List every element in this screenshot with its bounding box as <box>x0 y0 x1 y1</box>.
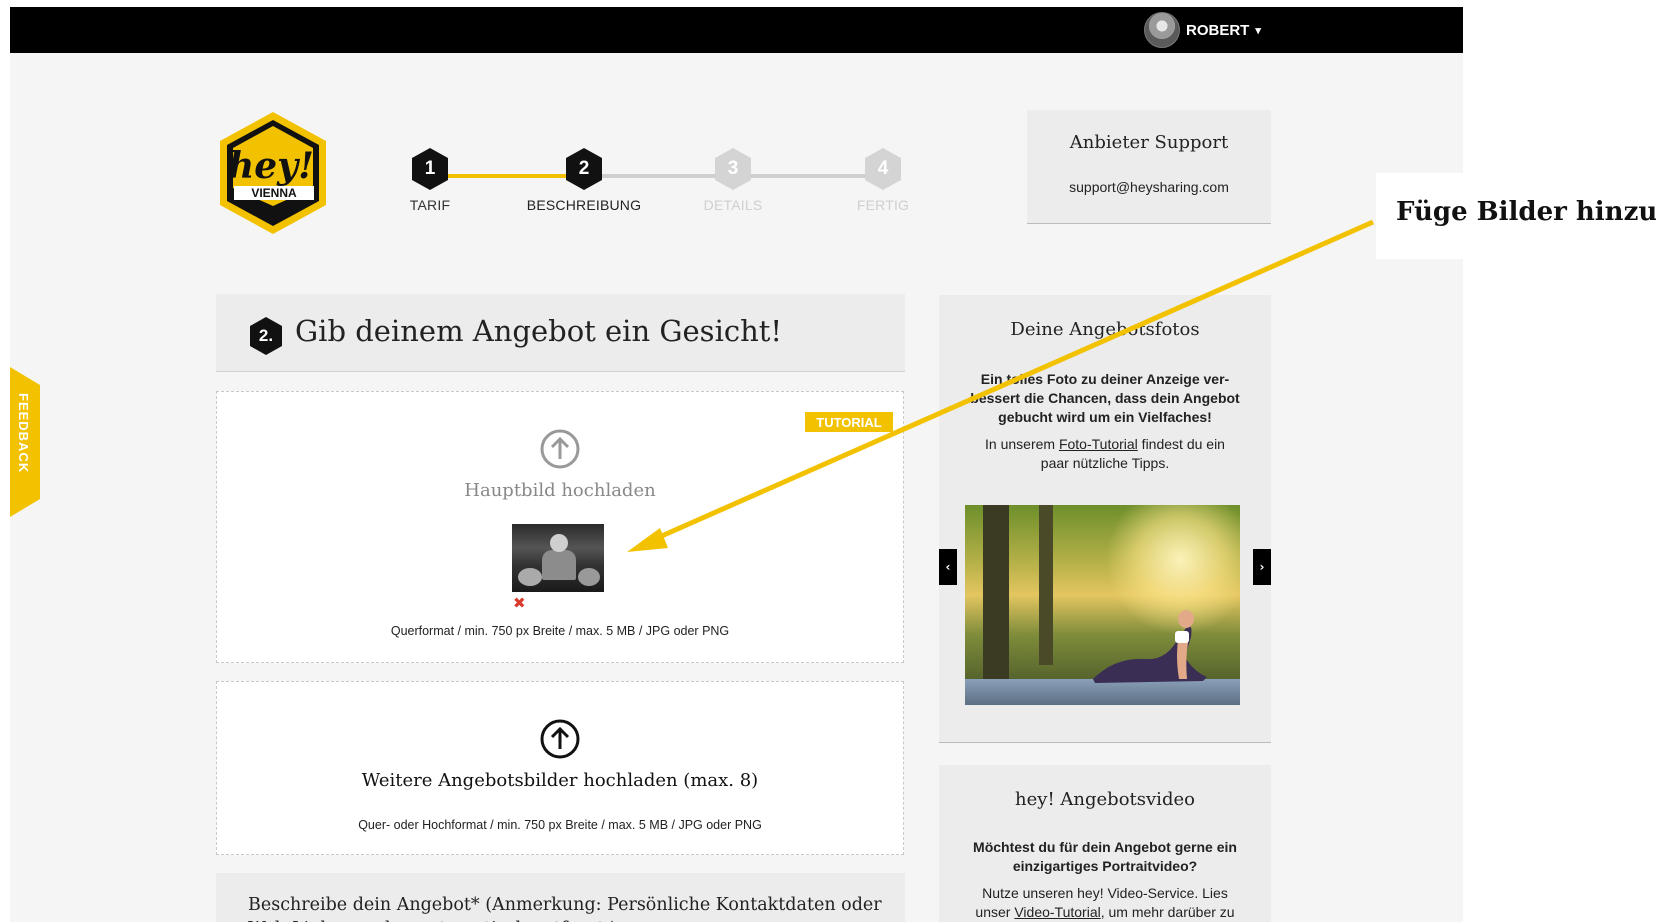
more-images-upload-label[interactable]: Weitere Angebotsbilder hochladen (max. 8… <box>217 770 903 791</box>
step-tarif[interactable]: 1 TARIF <box>370 147 490 213</box>
step-label: DETAILS <box>703 197 763 213</box>
step-number: 4 <box>877 158 889 179</box>
photos-info-panel: Deine Angebotsfotos Ein tolles Foto zu d… <box>939 295 1271 743</box>
main-image-dropzone[interactable]: TUTORIAL Hauptbild hochladen ✖ Querforma… <box>216 391 904 663</box>
step-number: 3 <box>727 158 739 179</box>
uploaded-image-thumbnail <box>512 524 604 592</box>
video-panel-bold-text: Möchtest du für dein Angebot gerne ein e… <box>973 839 1237 874</box>
photos-panel-title: Deine Angebotsfotos <box>1010 319 1200 340</box>
section-number-badge: 2. <box>248 316 284 356</box>
upload-arrow-icon[interactable] <box>539 428 581 470</box>
caret-down-icon: ▾ <box>1255 24 1261 37</box>
step-details: 3 DETAILS <box>673 147 793 213</box>
user-menu[interactable]: ROBERT ▾ <box>1144 12 1261 48</box>
step-beschreibung[interactable]: 2 BESCHREIBUNG <box>524 147 644 213</box>
user-avatar <box>1144 12 1180 48</box>
video-tutorial-link[interactable]: Video-Tutorial <box>1014 904 1100 920</box>
photos-panel-text: In unserem Foto-Tutorial findest du ein … <box>985 436 1225 471</box>
step-label: BESCHREIBUNG <box>526 197 642 213</box>
feedback-tab[interactable]: FEEDBACK <box>10 367 40 517</box>
user-name: ROBERT <box>1186 21 1250 39</box>
main-image-hint: Querformat / min. 750 px Breite / max. 5… <box>390 624 730 638</box>
top-navigation-bar: ROBERT ▾ <box>10 7 1463 53</box>
step-label: FERTIG <box>856 197 910 213</box>
step-label: TARIF <box>409 197 451 213</box>
logo-word: hey! <box>228 145 314 187</box>
carousel-prev-button[interactable]: ‹ <box>939 549 957 585</box>
video-info-panel: hey! Angebotsvideo Möchtest du für dein … <box>939 765 1271 922</box>
more-images-hint: Quer- oder Hochformat / min. 750 px Brei… <box>358 818 762 832</box>
description-section: Beschreibe dein Angebot* (Anmerkung: Per… <box>216 873 905 922</box>
logo-city: VIENNA <box>251 186 297 200</box>
browser-viewport: ROBERT ▾ hey! VIENNA 1 TARIF 2 BESCHREIB <box>10 7 1463 922</box>
progress-steps: 1 TARIF 2 BESCHREIBUNG 3 DETAILS 4 FERTI… <box>370 147 950 227</box>
section-header: 2. Gib deinem Angebot ein Gesicht! <box>216 294 905 372</box>
delete-image-icon[interactable]: ✖ <box>513 596 527 611</box>
upload-arrow-icon[interactable] <box>539 718 581 760</box>
step-number: 2 <box>578 158 590 179</box>
main-image-upload-label[interactable]: Hauptbild hochladen <box>217 480 903 501</box>
video-panel-title: hey! Angebotsvideo <box>1015 789 1195 810</box>
support-title: Anbieter Support <box>1069 132 1229 153</box>
tutorial-button[interactable]: TUTORIAL <box>805 412 893 432</box>
foto-tutorial-link[interactable]: Foto-Tutorial <box>1059 436 1138 452</box>
photos-panel-bold-text: Ein tolles Foto zu deiner Anzeige ver-be… <box>970 371 1240 425</box>
step-fertig: 4 FERTIG <box>823 147 943 213</box>
step-number: 1 <box>424 158 436 179</box>
annotation-callout: Füge Bilder hinzu <box>1376 173 1656 259</box>
description-title: Beschreibe dein Angebot* (Anmerkung: Per… <box>248 895 882 922</box>
section-title: Gib deinem Angebot ein Gesicht! <box>295 314 783 348</box>
example-photo <box>965 505 1240 705</box>
hey-vienna-logo[interactable]: hey! VIENNA <box>216 110 330 236</box>
more-images-dropzone[interactable]: Weitere Angebotsbilder hochladen (max. 8… <box>216 681 904 855</box>
support-box: Anbieter Support support@heysharing.com <box>1027 110 1271 224</box>
carousel-next-button[interactable]: › <box>1253 549 1271 585</box>
support-email[interactable]: support@heysharing.com <box>1027 179 1271 195</box>
feedback-label: FEEDBACK <box>16 393 31 474</box>
video-panel-text: Nutze unseren hey! Video-Service. Lies u… <box>975 885 1235 920</box>
annotation-text: Füge Bilder hinzu <box>1396 197 1656 227</box>
